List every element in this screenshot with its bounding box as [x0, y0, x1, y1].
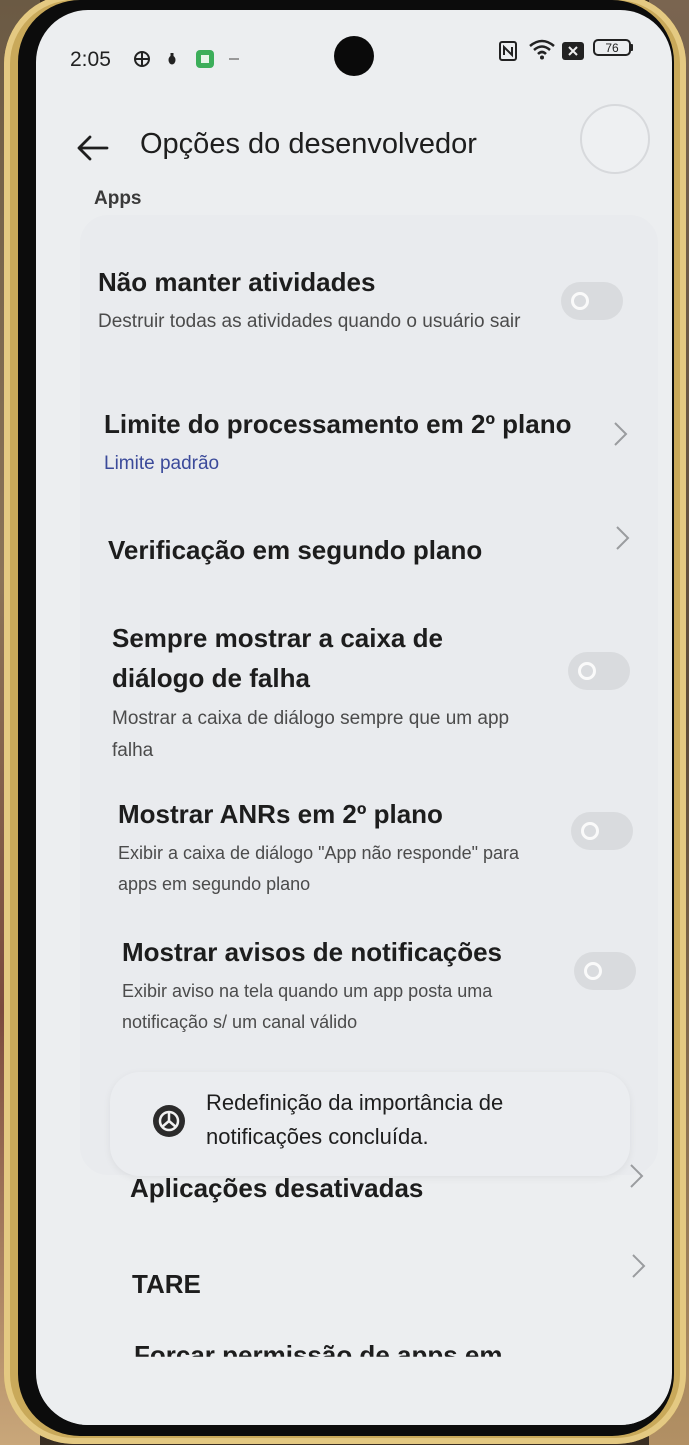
toggle-show-background-anrs[interactable] [571, 812, 633, 850]
setting-notification-channel-warnings[interactable]: Mostrar avisos de notificações Exibir av… [122, 934, 542, 1039]
phone-bezel: 2:05 76 Opções do desenvolvedor Apps Não… [18, 0, 674, 1436]
toggle-dont-keep-activities[interactable] [561, 282, 623, 320]
toggle-knob [581, 822, 599, 840]
battery-indicator: 76 [593, 39, 631, 56]
toast-message: Redefinição da importância de notificaçõ… [206, 1090, 504, 1150]
setting-title: Não manter atividades [98, 267, 376, 297]
setting-subtitle: Limite padrão [104, 452, 220, 474]
app-logo-icon [152, 1104, 186, 1138]
setting-title: Sempre mostrar a caixa de diálogo de fal… [112, 623, 443, 694]
toggle-knob [571, 292, 589, 310]
toggle-show-crash-dialog[interactable] [568, 652, 630, 690]
setting-title: TARE [132, 1269, 201, 1299]
toggle-knob [578, 662, 596, 680]
status-bar: 2:05 76 [36, 10, 672, 100]
phone-frame: 2:05 76 Opções do desenvolvedor Apps Não… [4, 0, 686, 1444]
setting-title: Mostrar ANRs em 2º plano [118, 799, 443, 829]
app-notification-icon [194, 50, 216, 68]
toggle-notification-channel-warnings[interactable] [574, 952, 636, 990]
chevron-right-icon [614, 524, 632, 552]
setting-title: Limite do processamento em 2º plano [104, 409, 572, 439]
chevron-right-icon [612, 420, 630, 448]
wifi-icon [528, 39, 556, 60]
chevron-right-icon [628, 1162, 646, 1190]
setting-subtitle: Exibir aviso na tela quando um app posta… [122, 980, 493, 1033]
setting-dont-keep-activities[interactable]: Não manter atividades Destruir todas as … [98, 264, 538, 338]
phone-screen: 2:05 76 Opções do desenvolvedor Apps Não… [36, 10, 672, 1425]
arrow-left-icon[interactable] [74, 130, 110, 166]
setting-force-allow-apps[interactable]: Forçar permissão de apps em [134, 1340, 502, 1357]
front-camera [334, 36, 374, 76]
setting-title: Verificação em segundo plano [108, 535, 483, 565]
status-time: 2:05 [70, 48, 111, 71]
setting-title: Mostrar avisos de notificações [122, 937, 503, 967]
battery-tip [630, 44, 633, 51]
setting-subtitle: Mostrar a caixa de diálogo sempre que um… [112, 707, 510, 761]
setting-background-process-limit[interactable]: Limite do processamento em 2º plano Limi… [104, 406, 604, 480]
setting-show-background-anrs[interactable]: Mostrar ANRs em 2º plano Exibir a caixa … [118, 796, 548, 901]
setting-subtitle: Exibir a caixa de diálogo "App não respo… [118, 842, 520, 895]
setting-subtitle: Destruir todas as atividades quando o us… [98, 310, 521, 332]
setting-tare[interactable]: TARE [132, 1266, 432, 1304]
section-label-apps: Apps [94, 188, 142, 209]
nfc-icon [498, 41, 518, 61]
search-circle-icon[interactable] [580, 104, 650, 174]
bottom-fade [36, 1390, 672, 1425]
toast-notification: Redefinição da importância de notificaçõ… [110, 1072, 630, 1176]
dash-icon [228, 50, 240, 68]
chevron-right-icon [630, 1252, 648, 1280]
toggle-knob [584, 962, 602, 980]
sim-icon [562, 42, 584, 60]
setting-show-crash-dialog[interactable]: Sempre mostrar a caixa de diálogo de fal… [112, 618, 542, 767]
app-header: Opções do desenvolvedor [36, 104, 672, 190]
vpn-icon [132, 50, 152, 68]
page-title: Opções do desenvolvedor [140, 128, 477, 160]
setting-background-check[interactable]: Verificação em segundo plano [108, 532, 588, 570]
bug-icon [166, 50, 178, 68]
